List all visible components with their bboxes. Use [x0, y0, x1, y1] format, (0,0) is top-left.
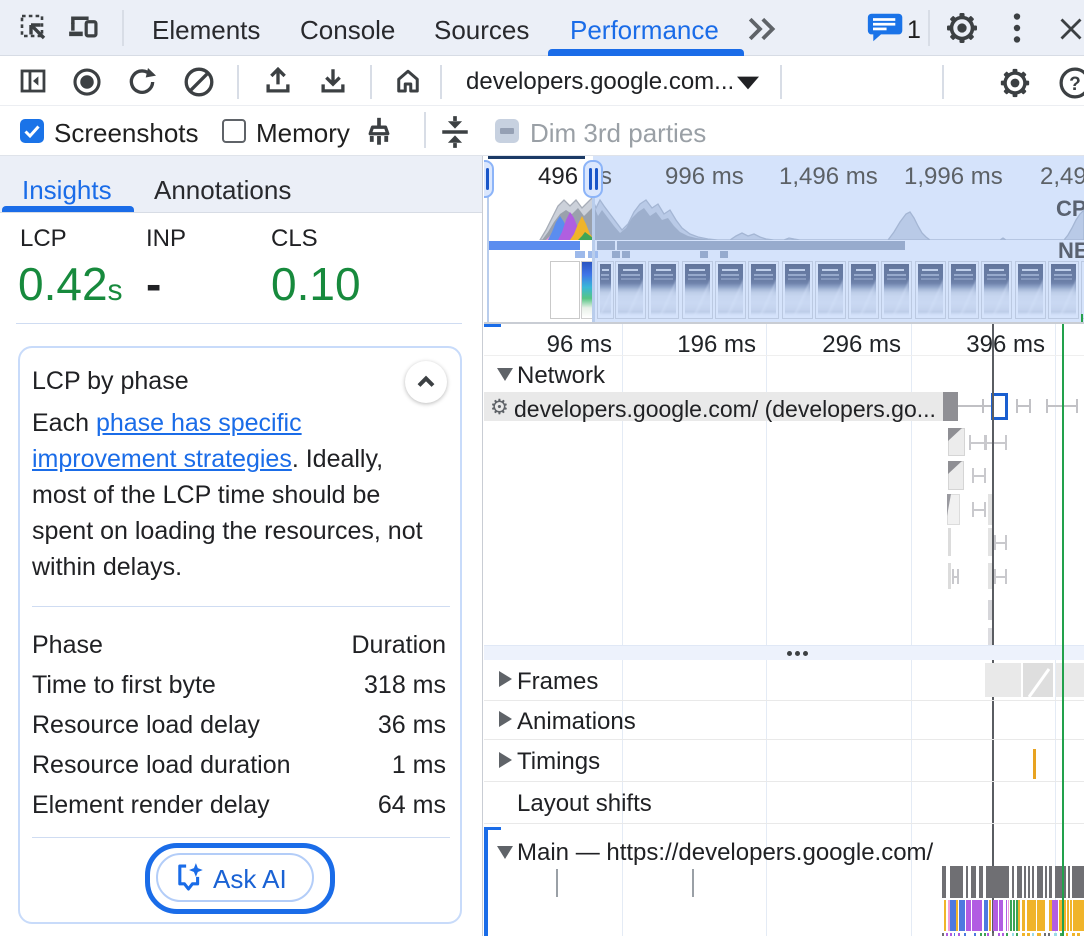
- svg-text:?: ?: [1069, 74, 1081, 95]
